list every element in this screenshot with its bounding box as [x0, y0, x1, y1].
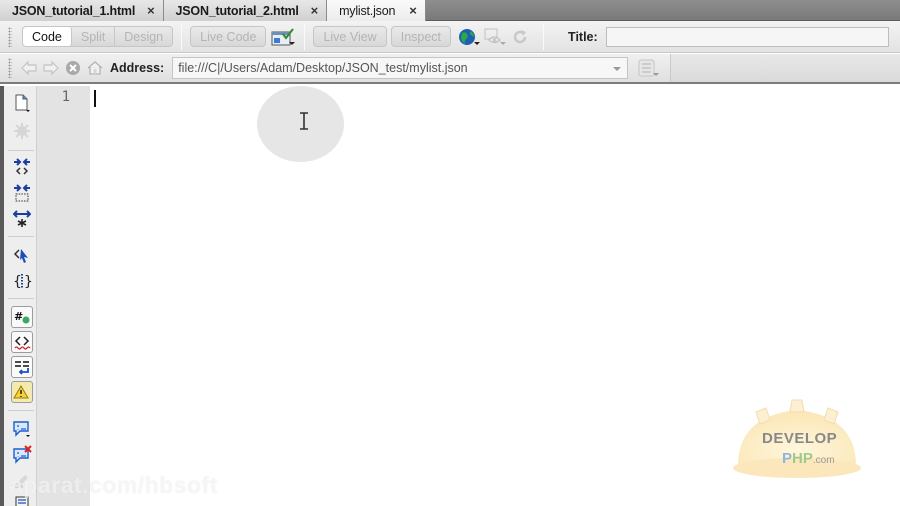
stop-icon[interactable]	[62, 57, 84, 79]
inspect-button[interactable]: Inspect	[390, 26, 452, 47]
live-view-button[interactable]: Live View	[313, 26, 387, 47]
close-tab-icon[interactable]: ×	[311, 3, 319, 18]
select-parent-tag-icon[interactable]	[11, 244, 33, 266]
check-browser-compatibility-icon[interactable]	[270, 26, 296, 48]
view-mode-group: Code Split Design	[22, 26, 174, 47]
close-tab-icon[interactable]: ×	[147, 3, 155, 18]
tab-json-tutorial-2[interactable]: JSON_tutorial_2.html ×	[163, 0, 328, 21]
tab-label: mylist.json	[339, 3, 396, 18]
address-label: Address:	[110, 61, 165, 75]
balance-braces-icon[interactable]: {}	[11, 270, 33, 292]
visual-aids-eye-icon[interactable]	[481, 26, 507, 48]
text-caret	[94, 90, 96, 107]
svg-text:#: #	[14, 310, 23, 323]
tab-label: JSON_tutorial_1.html	[12, 3, 136, 18]
highlight-invalid-code-icon[interactable]	[11, 331, 33, 353]
code-view-button[interactable]: Code	[23, 27, 72, 46]
show-code-navigator-icon[interactable]	[11, 120, 33, 142]
logo-php-text: PHP.com	[782, 450, 835, 467]
back-arrow-icon[interactable]	[18, 57, 40, 79]
toolbar-divider	[543, 23, 545, 50]
browser-options-icon[interactable]	[634, 57, 660, 79]
close-tab-icon[interactable]: ×	[409, 3, 417, 18]
ibeam-cursor-icon	[300, 112, 308, 130]
document-tab-bar: JSON_tutorial_1.html × JSON_tutorial_2.h…	[0, 0, 900, 21]
address-bar[interactable]	[172, 57, 629, 79]
live-code-button[interactable]: Live Code	[190, 26, 267, 47]
document-toolbar: Code Split Design Live Code Live View In…	[0, 21, 900, 53]
collapse-selection-icon[interactable]	[11, 182, 33, 204]
tab-json-tutorial-1[interactable]: JSON_tutorial_1.html ×	[0, 0, 164, 21]
aparat-watermark: aparat.com/hbsoft	[10, 472, 218, 498]
svg-text:{: {	[13, 274, 22, 290]
home-icon[interactable]	[84, 57, 106, 79]
split-view-button[interactable]: Split	[72, 27, 116, 46]
document-title-input[interactable]	[605, 26, 889, 47]
remove-comment-icon[interactable]	[11, 444, 33, 466]
navigation-toolbar-spacer	[670, 54, 900, 82]
toolbar-divider	[181, 23, 183, 50]
title-label: Title:	[568, 29, 598, 44]
toolbar-divider	[304, 23, 306, 50]
address-dropdown-icon[interactable]	[613, 67, 622, 71]
open-documents-icon[interactable]	[11, 92, 33, 114]
address-input[interactable]	[178, 61, 599, 75]
design-view-button[interactable]: Design	[115, 27, 172, 46]
word-wrap-icon[interactable]	[11, 356, 33, 378]
collapse-full-tag-icon[interactable]	[11, 156, 33, 178]
line-numbers-toggle-icon[interactable]: #	[11, 306, 33, 328]
expand-all-icon[interactable]	[11, 208, 33, 230]
refresh-icon[interactable]	[507, 26, 533, 48]
forward-arrow-icon[interactable]	[40, 57, 62, 79]
toolbar-grip-handle[interactable]	[8, 58, 12, 78]
toolbar-grip-handle[interactable]	[8, 26, 12, 47]
apply-comment-icon[interactable]	[11, 418, 33, 440]
logo-develop-text: DEVELOP	[762, 430, 838, 447]
browser-navigation-toolbar: Address:	[0, 54, 900, 84]
preview-in-browser-globe-icon[interactable]	[455, 26, 481, 48]
line-number-gutter: 1	[37, 86, 90, 506]
tab-label: JSON_tutorial_2.html	[175, 3, 299, 18]
syntax-error-alerts-icon[interactable]	[11, 381, 33, 403]
coding-toolbar: {} #	[0, 86, 37, 506]
line-number: 1	[61, 89, 70, 105]
svg-text:}: }	[24, 274, 32, 290]
tab-mylist-json[interactable]: mylist.json ×	[327, 0, 426, 21]
